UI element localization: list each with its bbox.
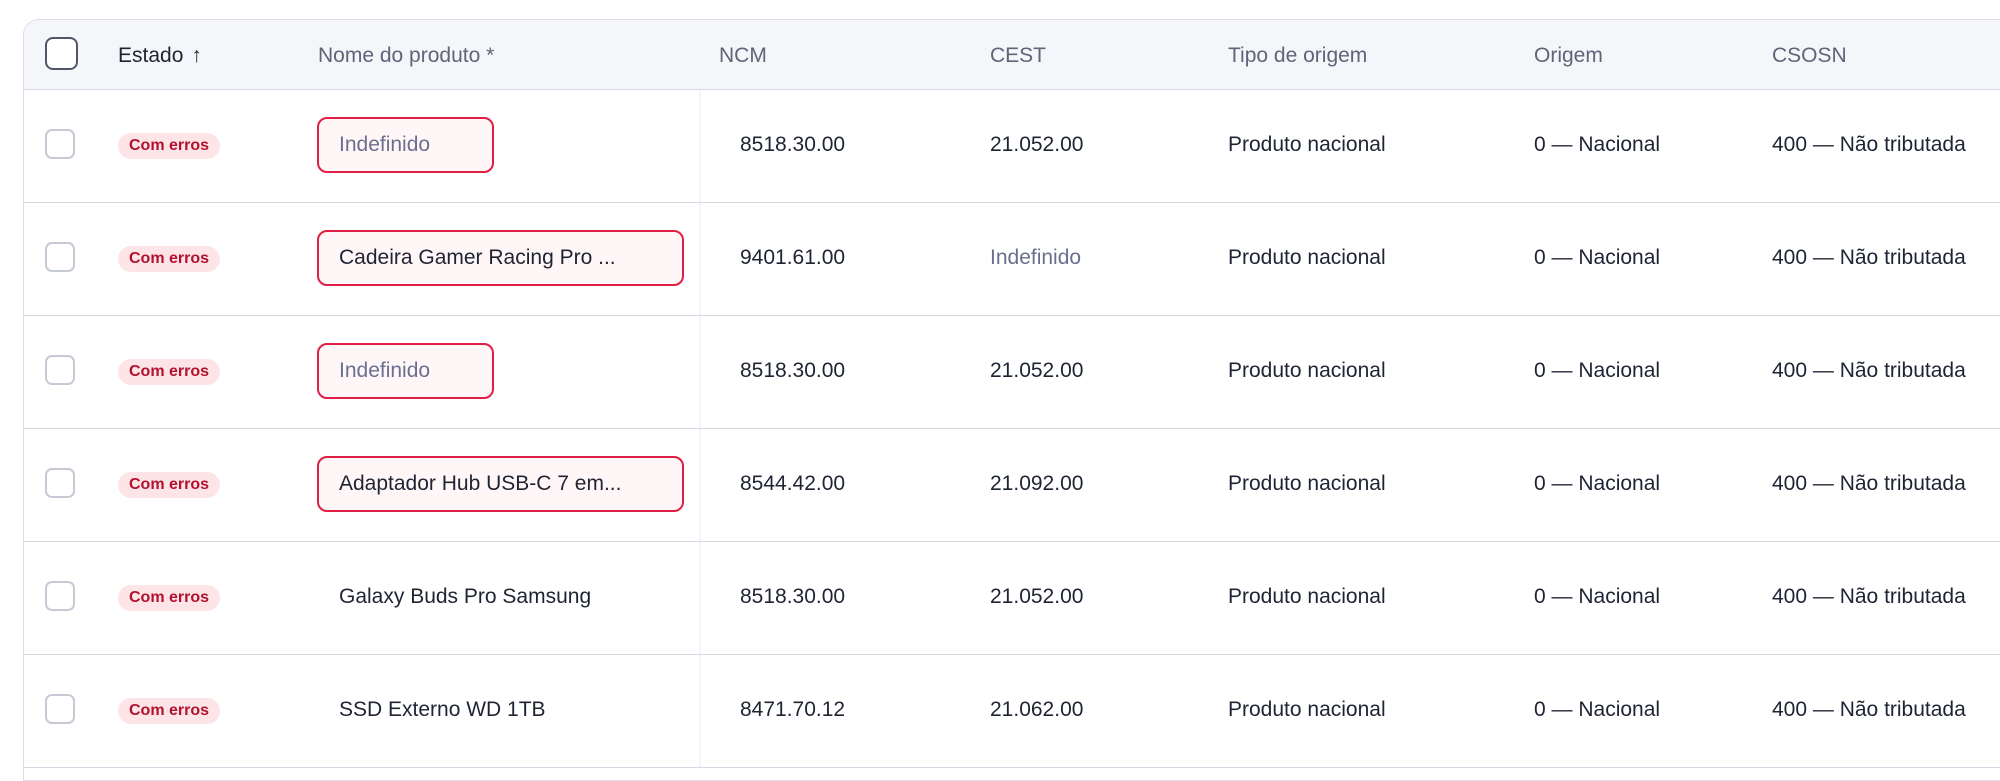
product-name-field[interactable]: Galaxy Buds Pro Samsung [339,585,591,609]
column-divider [699,316,701,428]
table-row[interactable]: Com erros Galaxy Buds Pro Samsung 8518.3… [24,542,2000,655]
csosn-cell: 400 — Não tributada [1772,585,1966,608]
tipo-origem-cell: Produto nacional [1228,698,1386,721]
tipo-origem-cell: Produto nacional [1228,246,1386,269]
column-divider [699,655,701,767]
product-name-field[interactable]: Indefinido [317,343,494,399]
origem-cell: 0 — Nacional [1534,246,1661,269]
ncm-cell: 9401.61.00 [740,246,846,269]
table-row[interactable]: Com erros Indefinido 8518.30.00 21.052.0… [24,316,2000,429]
csosn-cell: 400 — Não tributada [1772,246,1966,269]
csosn-cell: 400 — Não tributada [1772,472,1966,495]
row-checkbox[interactable] [45,129,75,159]
column-header-cest[interactable]: CEST [990,44,1046,68]
column-divider [699,90,701,202]
cest-cell: 21.052.00 [990,359,1084,382]
tipo-origem-cell: Produto nacional [1228,359,1386,382]
column-divider [699,203,701,315]
table-row[interactable]: Com erros SSD Externo WD 1TB 8471.70.12 … [24,655,2000,768]
column-header-origem[interactable]: Origem [1534,44,1603,68]
origem-cell: 0 — Nacional [1534,472,1661,495]
row-checkbox[interactable] [45,242,75,272]
product-name-field[interactable]: Cadeira Gamer Racing Pro ... [317,230,684,286]
cest-cell: 21.092.00 [990,472,1084,495]
products-table: Estado ↑ Nome do produto * NCM CEST Tipo … [23,19,2000,781]
csosn-cell: 400 — Não tributada [1772,698,1966,721]
origem-cell: 0 — Nacional [1534,585,1661,608]
column-header-ncm[interactable]: NCM [719,44,767,68]
column-header-estado-label: Estado [118,44,184,67]
product-name-field[interactable]: SSD Externo WD 1TB [339,698,546,722]
ncm-cell: 8518.30.00 [740,133,846,156]
column-divider [699,429,701,541]
column-header-csosn[interactable]: CSOSN [1772,44,1847,68]
column-header-estado[interactable]: Estado ↑ [118,44,202,68]
row-checkbox[interactable] [45,694,75,724]
ncm-cell: 8544.42.00 [740,472,846,495]
status-badge: Com erros [118,133,221,159]
cest-cell: 21.052.00 [990,133,1084,156]
table-header: Estado ↑ Nome do produto * NCM CEST Tipo … [24,20,2000,90]
status-badge: Com erros [118,472,221,498]
origem-cell: 0 — Nacional [1534,359,1661,382]
origem-cell: 0 — Nacional [1534,133,1661,156]
ncm-cell: 8471.70.12 [740,698,846,721]
table-row[interactable]: Com erros Indefinido 8518.30.00 21.052.0… [24,90,2000,203]
product-name-field[interactable]: Adaptador Hub USB-C 7 em... [317,456,684,512]
select-all-checkbox[interactable] [45,37,78,70]
ncm-cell: 8518.30.00 [740,585,846,608]
row-checkbox[interactable] [45,581,75,611]
cest-cell: 21.052.00 [990,585,1084,608]
sort-ascending-icon: ↑ [191,44,202,67]
ncm-cell: 8518.30.00 [740,359,846,382]
column-header-nome[interactable]: Nome do produto * [318,44,494,68]
row-checkbox[interactable] [45,468,75,498]
status-badge: Com erros [118,246,221,272]
column-header-tipo[interactable]: Tipo de origem [1228,44,1367,68]
status-badge: Com erros [118,698,221,724]
tipo-origem-cell: Produto nacional [1228,585,1386,608]
cest-cell: 21.062.00 [990,698,1084,721]
table-row[interactable]: Com erros Adaptador Hub USB-C 7 em... 85… [24,429,2000,542]
csosn-cell: 400 — Não tributada [1772,359,1966,382]
cest-cell: Indefinido [990,246,1082,269]
row-checkbox[interactable] [45,355,75,385]
tipo-origem-cell: Produto nacional [1228,133,1386,156]
column-divider [699,542,701,654]
table-row[interactable]: Com erros Cadeira Gamer Racing Pro ... 9… [24,203,2000,316]
product-name-field[interactable]: Indefinido [317,117,494,173]
status-badge: Com erros [118,359,221,385]
tipo-origem-cell: Produto nacional [1228,472,1386,495]
csosn-cell: 400 — Não tributada [1772,133,1966,156]
status-badge: Com erros [118,585,221,611]
origem-cell: 0 — Nacional [1534,698,1661,721]
